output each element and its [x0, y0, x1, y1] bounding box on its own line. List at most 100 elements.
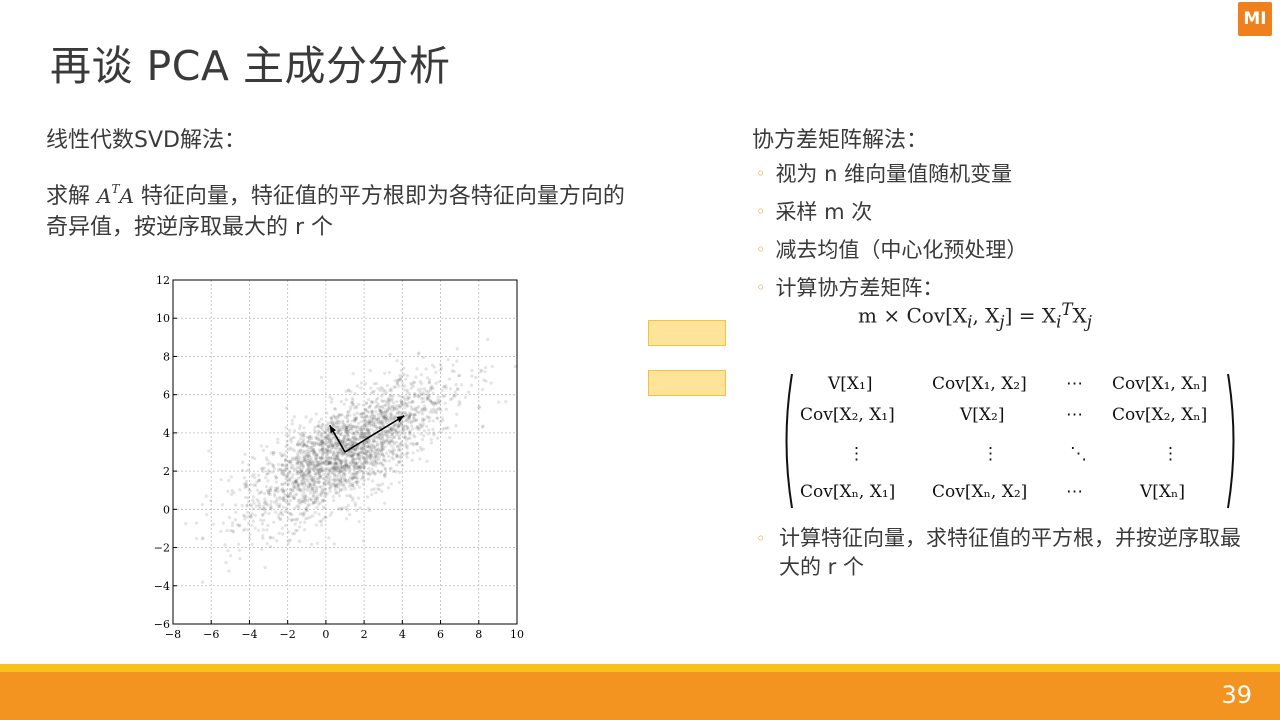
data-point [243, 452, 247, 456]
data-point [314, 490, 318, 495]
data-point [326, 423, 330, 427]
data-point [344, 443, 348, 447]
data-point [351, 402, 355, 406]
data-point [439, 366, 444, 370]
data-point [372, 435, 376, 439]
data-point [368, 472, 372, 477]
data-point [429, 441, 433, 445]
data-point [378, 408, 382, 413]
data-point [377, 425, 381, 430]
data-point [372, 389, 376, 393]
data-point [346, 388, 351, 392]
data-point [419, 387, 423, 391]
data-point [229, 475, 233, 479]
data-point [280, 482, 284, 486]
data-point [354, 429, 359, 433]
data-point [331, 450, 335, 454]
data-point [276, 437, 280, 441]
data-point [288, 428, 292, 432]
data-point [314, 473, 318, 478]
data-point [227, 569, 231, 573]
data-point [365, 409, 370, 414]
data-point [400, 381, 405, 385]
data-point [332, 498, 336, 503]
data-point [448, 387, 453, 391]
data-point [282, 499, 286, 503]
data-point [304, 483, 309, 487]
data-point [344, 423, 348, 428]
bullet-circle-icon: ◦ [756, 164, 766, 183]
data-point [260, 547, 264, 551]
y-tick-label: 0 [163, 503, 170, 516]
data-point [405, 397, 409, 402]
data-point [409, 405, 413, 409]
data-point [409, 442, 413, 446]
data-point [373, 460, 377, 464]
data-point [277, 467, 281, 471]
data-point [231, 521, 235, 525]
data-point [333, 407, 337, 411]
data-point [287, 502, 291, 506]
matrix-cell: ⋯ [1066, 405, 1083, 425]
data-point [363, 445, 367, 449]
data-point [335, 468, 339, 472]
data-point [354, 508, 359, 513]
data-point [355, 461, 359, 465]
bullet-circle-icon: ◦ [756, 240, 766, 259]
data-point [309, 458, 313, 462]
data-point [347, 442, 351, 447]
data-point [200, 537, 204, 541]
data-point [323, 431, 327, 435]
data-point [311, 494, 315, 498]
data-point [409, 419, 414, 423]
data-point [357, 421, 361, 425]
data-point [294, 528, 298, 533]
data-point [331, 494, 335, 499]
data-point [230, 523, 235, 528]
data-point [410, 383, 414, 387]
data-point [419, 410, 423, 414]
data-point [351, 453, 355, 457]
data-point [271, 536, 276, 540]
data-point [463, 395, 468, 399]
data-point [288, 491, 293, 496]
data-point [338, 413, 342, 417]
data-point [481, 424, 485, 428]
data-point [363, 421, 367, 425]
y-tick-label: 2 [163, 465, 170, 478]
data-point [295, 462, 299, 466]
data-point [415, 441, 419, 446]
formula-sub: j [1086, 312, 1092, 332]
data-point [328, 513, 332, 517]
data-point [389, 443, 393, 448]
data-point [384, 421, 388, 425]
data-point [479, 370, 483, 374]
data-point [377, 415, 381, 419]
data-point [321, 488, 325, 493]
data-point [345, 494, 349, 498]
data-point [224, 561, 228, 565]
data-point [394, 470, 398, 474]
data-point [376, 461, 380, 466]
data-point [455, 359, 459, 363]
data-point [372, 414, 376, 419]
data-point [446, 358, 450, 362]
data-point [455, 412, 459, 416]
data-point [397, 384, 401, 388]
data-point [317, 502, 321, 506]
data-point [382, 392, 386, 396]
data-point [392, 424, 396, 428]
data-point [421, 355, 425, 360]
data-point [434, 381, 438, 385]
data-point [250, 474, 254, 478]
data-point [425, 459, 429, 464]
data-point [308, 491, 313, 495]
data-point [304, 516, 308, 521]
data-point [270, 470, 275, 474]
data-point [370, 467, 374, 471]
data-point [334, 461, 338, 465]
data-point [194, 521, 198, 525]
equals-sign-top-bar [648, 320, 726, 346]
data-point [400, 425, 404, 429]
data-point [376, 443, 380, 447]
